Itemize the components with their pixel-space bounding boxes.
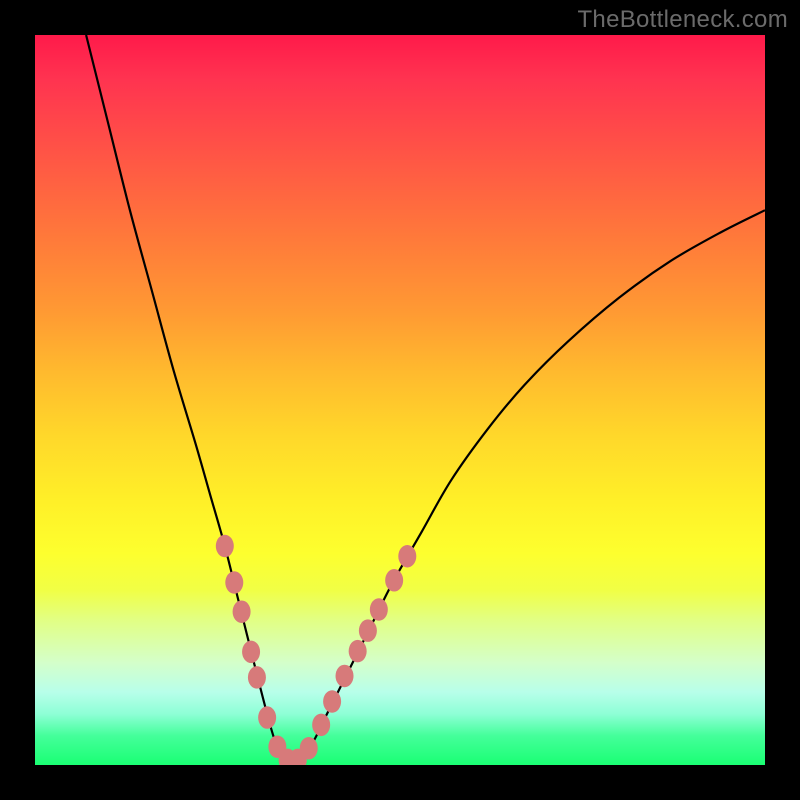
data-marker: [336, 665, 354, 688]
plot-area: [35, 35, 765, 765]
data-marker: [248, 666, 266, 689]
bottleneck-curve: [86, 35, 765, 764]
data-marker: [370, 598, 388, 621]
watermark-text: TheBottleneck.com: [577, 6, 788, 34]
chart-svg: [35, 35, 765, 765]
data-marker: [385, 569, 403, 592]
data-marker: [225, 571, 243, 594]
data-marker: [359, 619, 377, 642]
data-marker: [216, 535, 234, 558]
marker-group: [216, 535, 416, 765]
data-marker: [323, 690, 341, 713]
data-marker: [349, 640, 367, 663]
data-marker: [242, 641, 260, 664]
data-marker: [258, 706, 276, 729]
data-marker: [233, 600, 251, 623]
data-marker: [312, 714, 330, 737]
data-marker: [398, 545, 416, 568]
data-marker: [300, 737, 318, 760]
